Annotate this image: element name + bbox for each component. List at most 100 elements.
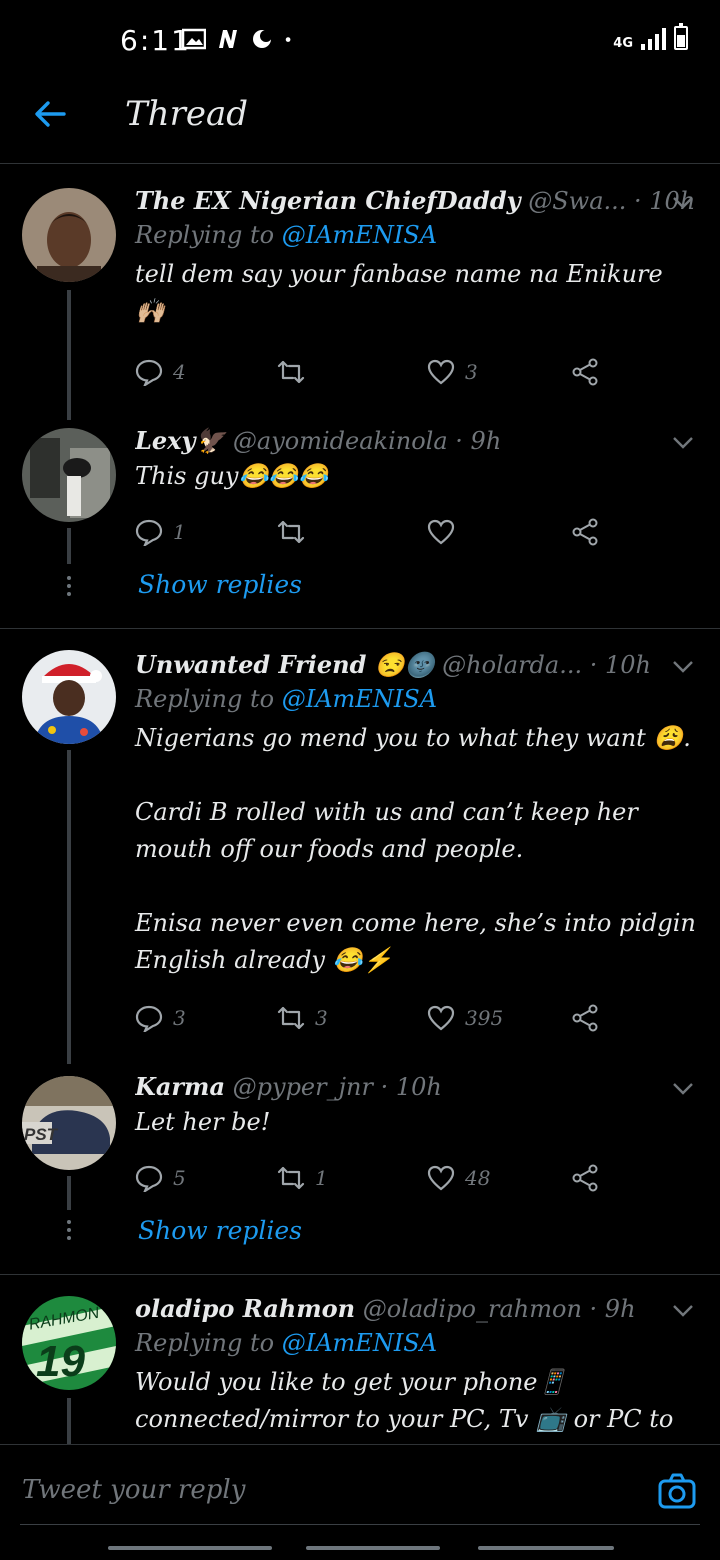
tweet-actions: 4 3 [135,358,605,390]
share-button[interactable] [571,1164,599,1192]
like-button[interactable]: 395 [427,1004,503,1032]
like-count: 3 [465,360,478,384]
show-replies-link[interactable]: Show replies [138,570,302,599]
chevron-down-icon[interactable] [672,1304,694,1318]
avatar[interactable] [22,650,116,744]
display-name[interactable]: oladipo Rahmon [135,1294,355,1323]
display-name[interactable]: Lexy🦅 [135,426,225,455]
thread-separator [0,628,720,629]
tweet-actions: 5 1 48 [135,1164,605,1196]
share-icon [572,518,598,546]
timestamp: · 10h [589,651,651,679]
reply-count: 4 [173,360,186,384]
share-button[interactable] [571,518,599,546]
tweet-body: Lexy🦅 @ayomideakinola · 9h This guy😂😂😂 [135,424,696,495]
retweet-button[interactable] [277,358,315,386]
reply-button[interactable]: 3 [135,1004,186,1032]
timestamp: · 10h [380,1073,442,1101]
avatar[interactable]: PST [22,1076,116,1170]
display-name[interactable]: Unwanted Friend 😒🌚 [135,650,435,679]
avatar[interactable] [22,188,116,282]
heart-icon [427,359,455,385]
tweet-text: Let her be! [135,1108,271,1136]
replying-to: Replying to @IAmENISA [135,1326,696,1360]
retweet-button[interactable]: 1 [277,1164,328,1192]
share-button[interactable] [571,358,599,386]
share-button[interactable] [571,1004,599,1032]
more-dots [65,576,73,600]
replying-handle[interactable]: @IAmENISA [282,1329,437,1357]
like-button[interactable]: 48 [427,1164,490,1192]
replying-prefix: Replying to [135,221,275,249]
like-button[interactable]: 3 [427,358,478,386]
like-count: 395 [465,1006,504,1030]
thread-line [67,290,71,420]
tweet-item[interactable]: RAHMON 19 oladipo Rahmon @oladipo_rahmon … [0,1288,720,1444]
like-count: 48 [465,1166,491,1190]
more-dots [65,1220,73,1244]
tweet-item[interactable]: PST Karma @pyper_jnr · 10h Let her be! 5… [0,1066,720,1276]
page-title: Thread [125,94,248,134]
reply-button[interactable]: 4 [135,358,186,386]
nav-home[interactable] [306,1546,440,1550]
timestamp: · 9h [589,1295,636,1323]
nav-recents[interactable] [108,1546,272,1550]
tweet-text: tell dem say your fanbase name na Enikur… [135,260,663,325]
header-divider [0,163,720,164]
tweet-item[interactable]: The EX Nigerian ChiefDaddy @Swa... · 10h… [0,180,720,430]
notification-icons [182,28,298,50]
replying-handle[interactable]: @IAmENISA [282,685,437,713]
display-name[interactable]: The EX Nigerian ChiefDaddy [135,186,521,215]
chevron-down-icon[interactable] [672,660,694,674]
reply-composer: Tweet your reply [0,1444,720,1560]
tweet-text: Nigerians go mend you to what they want … [135,724,696,974]
dot-icon [285,37,291,42]
replying-handle[interactable]: @IAmENISA [282,221,437,249]
avatar[interactable]: RAHMON 19 [22,1296,116,1390]
display-name[interactable]: Karma [135,1072,225,1101]
status-bar: 6:11 4G [0,0,720,80]
tweet-body: oladipo Rahmon @oladipo_rahmon · 9h Repl… [135,1292,696,1438]
thread-header: Thread [0,80,720,164]
thread-separator [0,1274,720,1275]
heart-icon [427,1005,455,1031]
nav-back[interactable] [478,1546,614,1550]
retweet-icon [277,1166,305,1190]
reply-icon [135,519,163,546]
reply-input[interactable]: Tweet your reply [22,1475,245,1505]
username: @oladipo_rahmon [362,1295,582,1323]
reply-button[interactable]: 1 [135,518,186,546]
replying-to: Replying to @IAmENISA [135,682,696,716]
reply-count: 1 [173,520,186,544]
camera-icon[interactable] [658,1473,696,1509]
tweet-text: Would you like to get your phone📱 connec… [135,1368,674,1433]
svg-text:PST: PST [24,1125,59,1144]
avatar[interactable] [22,428,116,522]
tweet-item[interactable]: Unwanted Friend 😒🌚 @holarda... · 10h Rep… [0,644,720,1064]
status-time: 6:11 [120,24,191,57]
chevron-down-icon[interactable] [672,436,694,450]
chevron-down-icon[interactable] [672,1082,694,1096]
retweet-button[interactable]: 3 [277,1004,328,1032]
reply-icon [135,359,163,386]
timestamp: · 9h [455,427,502,455]
retweet-button[interactable] [277,518,315,546]
retweet-icon [277,360,305,384]
chevron-down-icon[interactable] [672,196,694,210]
reply-count: 3 [173,1006,186,1030]
reply-icon [135,1005,163,1032]
thread-line [67,1398,71,1444]
like-button[interactable] [427,518,465,546]
system-nav-bar [0,1530,720,1560]
back-arrow-icon[interactable] [30,94,70,134]
tweet-meta: oladipo Rahmon @oladipo_rahmon · 9h [135,1292,696,1326]
tweet-item[interactable]: Lexy🦅 @ayomideakinola · 9h This guy😂😂😂 1… [0,420,720,630]
replying-prefix: Replying to [135,685,275,713]
username: @holarda... [442,651,583,679]
system-status: 4G [613,23,688,50]
reply-button[interactable]: 5 [135,1164,186,1192]
share-icon [572,1004,598,1032]
tweet-body: Karma @pyper_jnr · 10h Let her be! [135,1070,696,1141]
show-replies-link[interactable]: Show replies [138,1216,302,1245]
heart-icon [427,519,455,545]
